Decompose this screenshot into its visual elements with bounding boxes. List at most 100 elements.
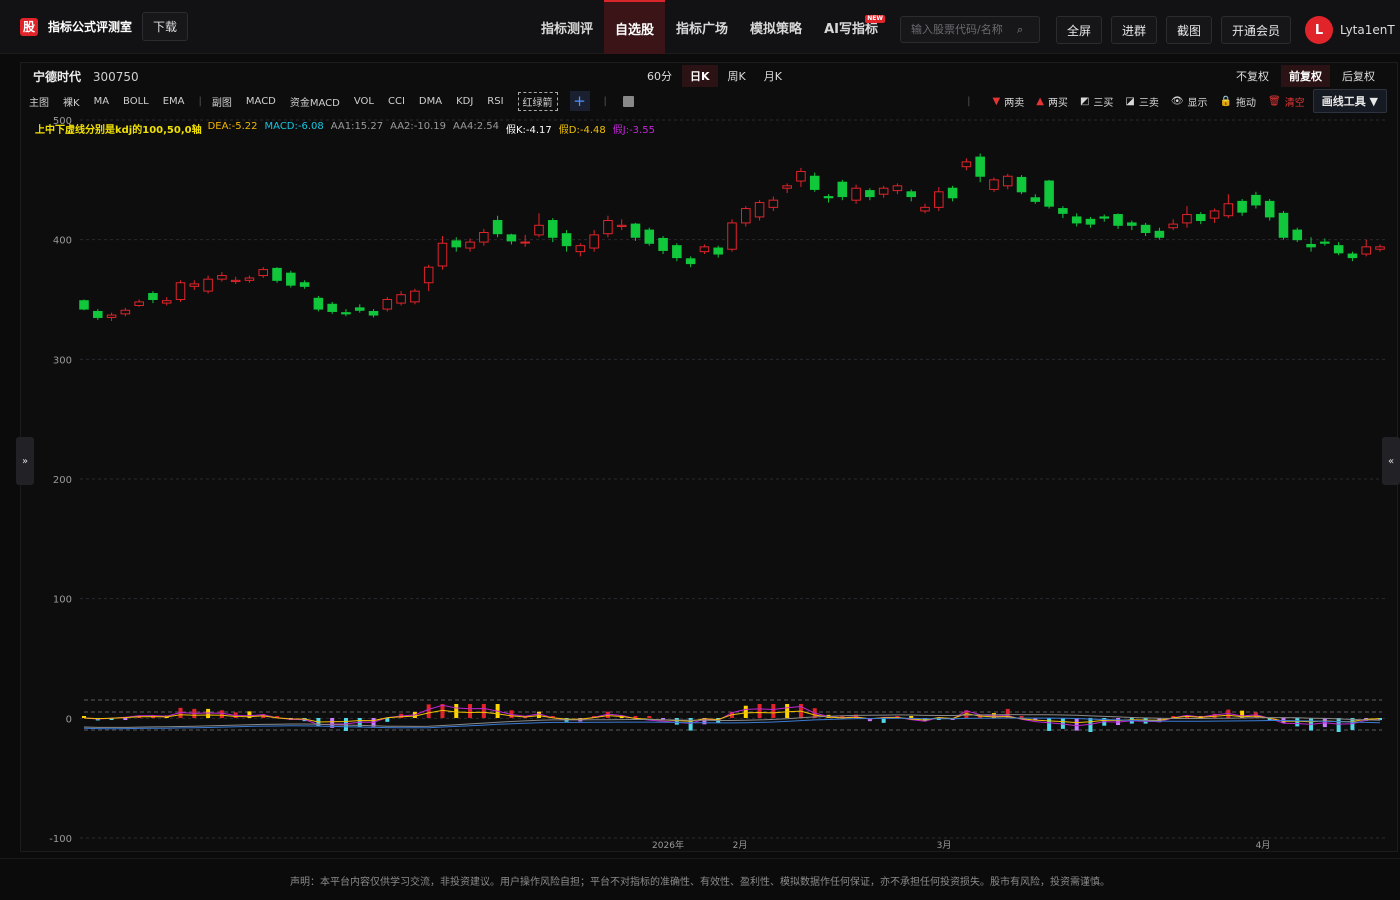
y-tick-label: -100	[49, 834, 72, 845]
candle-body	[382, 299, 393, 310]
candle-body	[1127, 222, 1137, 226]
candle-body	[1071, 216, 1082, 224]
candle-body	[148, 293, 158, 300]
indicator-bar	[481, 704, 486, 718]
candle-body	[437, 242, 448, 267]
candle-body	[1237, 200, 1247, 213]
candle-body	[1168, 223, 1178, 229]
y-tick-label: 200	[53, 475, 72, 486]
candle-body	[161, 300, 172, 304]
candle-body	[920, 206, 930, 212]
indicator-bar	[1074, 718, 1079, 731]
indicator-bar	[536, 711, 541, 718]
candle-body	[1320, 241, 1330, 244]
candle-body	[423, 266, 434, 284]
candle-body	[603, 220, 613, 235]
candle-body	[410, 290, 420, 303]
candle-body	[341, 312, 351, 315]
disclaimer: 声明：本平台内容仅供学习交流，非投资建议。用户操作风险自担；平台不对指标的准确性…	[290, 877, 1110, 888]
candle-body	[230, 279, 241, 283]
candle-body	[906, 191, 917, 198]
candle-body	[299, 282, 310, 287]
candle-body	[244, 277, 255, 281]
candle-body	[589, 234, 599, 249]
footer-divider	[0, 858, 1400, 859]
indicator-bar	[785, 704, 790, 718]
candle-body	[1154, 230, 1165, 238]
candle-body	[120, 309, 131, 315]
candle-body	[851, 187, 861, 201]
candle-body	[1306, 243, 1316, 248]
candle-body	[1333, 245, 1344, 254]
indicator-bar	[468, 704, 473, 718]
candle-body	[465, 241, 475, 249]
indicator-bar	[743, 705, 748, 718]
candle-body	[1292, 229, 1303, 241]
candle-body	[934, 191, 944, 208]
candle-body	[727, 222, 737, 250]
y-tick-label: 400	[53, 236, 72, 247]
candle-body	[1016, 176, 1027, 193]
kline-chart[interactable]: 500 400 300 200 100 0 -100 2026年 2月 3月 4月	[0, 0, 1400, 860]
left-panel-toggle-icon[interactable]: »	[16, 437, 34, 485]
x-tick-label: 2026年	[652, 839, 684, 851]
candle-body	[1209, 210, 1220, 219]
candle-body	[796, 170, 806, 182]
y-tick-label: 100	[53, 595, 72, 606]
candle-body	[630, 223, 641, 238]
candle-body	[217, 275, 227, 280]
candle-body	[327, 303, 337, 312]
candle-body	[1361, 246, 1371, 255]
candle-body	[479, 231, 489, 243]
candle-body	[272, 267, 282, 281]
y-tick-label: 300	[53, 355, 72, 366]
candle-body	[713, 247, 723, 255]
indicator-bar	[1336, 718, 1341, 732]
y-tick-label: 0	[66, 714, 72, 725]
candle-body	[1251, 194, 1261, 206]
candle-body	[93, 310, 103, 318]
candle-body	[520, 241, 530, 244]
candle-body	[892, 185, 903, 192]
candle-body	[534, 224, 544, 236]
candle-body	[658, 237, 668, 251]
x-tick-label: 4月	[1256, 840, 1271, 851]
candle-body	[203, 278, 213, 292]
candle-body	[175, 282, 186, 301]
y-tick-label: 500	[53, 116, 72, 127]
candle-body	[1085, 218, 1096, 225]
candle-body	[1264, 200, 1275, 218]
candle-body	[575, 245, 586, 253]
candle-body	[79, 300, 89, 310]
candle-body	[672, 245, 682, 259]
candle-body	[1182, 214, 1192, 224]
indicator-bar	[454, 704, 459, 718]
indicator-bar	[647, 716, 652, 718]
candle-body	[947, 187, 958, 199]
candle-body	[768, 199, 779, 208]
candle-body	[1195, 214, 1206, 222]
candle-body	[865, 190, 875, 198]
indicator-bar	[426, 704, 431, 718]
candle-body	[451, 240, 462, 248]
candle-body	[644, 229, 655, 244]
x-tick-label: 2月	[733, 840, 748, 851]
candle-body	[286, 272, 296, 286]
candle-body	[1375, 246, 1385, 250]
right-panel-toggle-icon[interactable]: «	[1382, 437, 1400, 485]
candle-body	[492, 220, 503, 235]
candle-body	[506, 234, 517, 242]
candle-body	[368, 310, 379, 316]
candle-body	[975, 156, 985, 177]
candle-body	[837, 181, 848, 198]
indicator-bar	[1295, 718, 1300, 727]
x-tick-label: 3月	[937, 840, 952, 851]
candle-body	[1030, 197, 1041, 202]
indicator-bar	[219, 710, 224, 718]
indicator-bar	[633, 716, 638, 718]
candle-body	[354, 307, 365, 311]
candle-body	[1002, 175, 1013, 187]
candle-body	[189, 283, 200, 287]
candle-body	[1044, 180, 1054, 207]
candle-body	[1347, 253, 1358, 259]
